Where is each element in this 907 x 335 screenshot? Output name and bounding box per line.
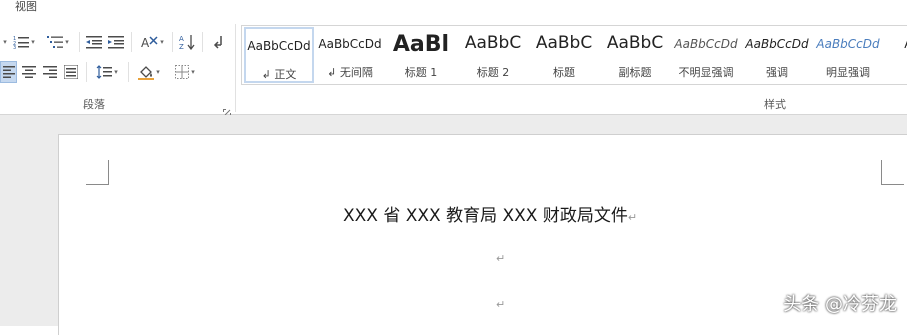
styles-gallery: AaBbCcDd ↲ 正文 AaBbCcDd ↲ 无间隔 AaBl 标题 1 AaBbC 标题… [241,25,907,85]
empty-paragraph-mark[interactable]: ↵ [496,252,505,265]
sort-az-icon: A Z [179,35,195,50]
style-tile[interactable]: AaBbCcDd ↲ 无间隔 [315,27,385,83]
style-tile[interactable]: AaBbC 标题 [529,27,599,83]
style-tile[interactable]: AaBbCcDd 不明显强调 [671,27,741,83]
style-tile[interactable]: AaBbC 副标题 [600,27,670,83]
style-name: 强调 [766,66,788,79]
line-spacing-icon [96,65,113,79]
style-name: 标题 [553,66,575,79]
document-page[interactable]: XXX 省 XXX 教育局 XXX 财政局文件↵ ↵ ↵ [58,134,907,335]
style-sample: AaBbCcDd [247,39,311,53]
increase-indent-icon [108,36,124,49]
style-name: 明显强调 [826,66,870,79]
group-separator [235,24,236,112]
margin-corner-mark [881,160,904,185]
separator [128,62,129,82]
style-name: 副标题 [618,66,652,79]
numbered-list-icon: 1 2 3 [13,36,30,49]
multilevel-list-icon [47,36,64,48]
separator [202,32,203,52]
document-title-text: XXX 省 XXX 教育局 XXX 财政局文件 [343,206,628,226]
increase-indent-button[interactable] [106,32,126,52]
paragraph-mark-icon [213,36,222,49]
show-formatting-button[interactable] [209,32,229,52]
decrease-indent-button[interactable] [84,32,104,52]
ribbon: ▾ 1 2 3 ▾ ▾ A ▾ A Z ▾ ▾ ▾ 段落 AaBbCcDd ↲ … [0,16,907,117]
style-sample: AaBbC [535,33,593,53]
paragraph-group-label: 段落 [83,98,105,111]
style-name: 不明显强调 [678,66,734,79]
svg-text:Z: Z [179,43,184,50]
style-sample: AaBbCcDd [816,37,880,51]
style-tile[interactable]: AaBbCcDd 明显强调 [813,27,883,83]
style-tile[interactable]: AaBl 标题 1 [386,27,456,83]
svg-text:A: A [179,35,184,43]
style-sample: AaBbCcDd [318,37,382,51]
style-sample: AaBb [885,37,907,51]
separator [86,62,87,82]
style-name: 标题 1 [404,66,438,79]
sort-button[interactable]: A Z [177,32,197,52]
justify-icon [64,65,78,79]
style-name: ↲ 正文 [261,68,297,81]
borders-button[interactable]: ▾ [170,62,200,82]
asian-layout-button[interactable]: A ▾ [137,32,167,52]
decrease-indent-icon [86,36,102,49]
asian-layout-icon: A [141,36,158,49]
align-center-icon [22,66,36,78]
align-right-button[interactable] [40,62,60,82]
style-sample: AaBbC [464,33,522,53]
shading-button[interactable]: ▾ [134,62,164,82]
style-sample: AaBbCcDd [745,37,809,51]
bullets-dropdown-caret[interactable]: ▾ [0,32,8,52]
empty-paragraph-mark[interactable]: ↵ [496,298,505,311]
align-center-button[interactable] [19,62,39,82]
svg-text:A: A [141,36,150,49]
justify-button[interactable] [61,62,81,82]
style-sample: AaBl [392,32,450,57]
style-sample: AaBbC [606,33,664,53]
separator [131,32,132,52]
svg-text:3: 3 [13,45,16,49]
paint-bucket-icon [138,66,155,80]
style-tile[interactable]: AaBb [885,27,907,83]
multilevel-list-button[interactable]: ▾ [43,32,73,52]
align-right-icon [43,66,57,78]
align-left-icon [2,66,15,78]
paragraph-mark: ↵ [627,211,638,224]
document-canvas: XXX 省 XXX 教育局 XXX 财政局文件↵ ↵ ↵ 头条 @冷芬龙 [0,115,907,335]
separator [172,32,173,52]
margin-corner-mark [86,160,109,185]
styles-group-label: 样式 [764,98,786,111]
paragraph-dialog-launcher-icon[interactable] [223,102,231,117]
style-sample: AaBbCcDd [674,37,738,51]
style-name: ↲ 无间隔 [327,66,373,79]
style-tile[interactable]: AaBbC 标题 2 [458,27,528,83]
line-spacing-button[interactable]: ▾ [92,62,122,82]
numbering-button[interactable]: 1 2 3 ▾ [9,32,39,52]
menu-view[interactable]: 视图 [15,0,37,14]
style-tile[interactable]: AaBbCcDd ↲ 正文 [244,27,314,83]
style-name: 标题 2 [476,66,510,79]
watermark-text: 头条 @冷芬龙 [783,294,897,315]
align-left-button[interactable] [0,61,17,83]
style-tile[interactable]: AaBbCcDd 强调 [742,27,812,83]
menu-bar: 视图 [0,0,907,16]
borders-icon [175,65,190,79]
document-title-line[interactable]: XXX 省 XXX 教育局 XXX 财政局文件↵ [343,201,637,226]
separator [79,32,80,52]
